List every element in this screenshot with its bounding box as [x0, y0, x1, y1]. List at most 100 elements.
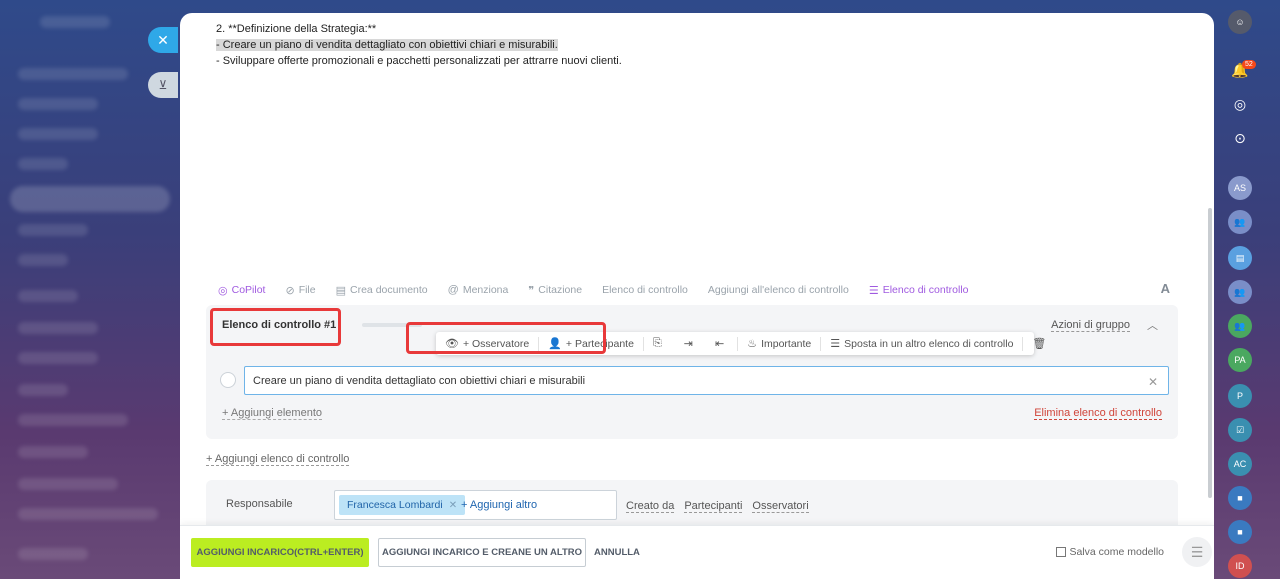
add-task-button[interactable]: AGGIUNGI INCARICO(CTRL+ENTER) — [191, 538, 369, 567]
file-label: File — [298, 284, 316, 296]
nav-blur-item — [40, 16, 110, 28]
mention-label: Menziona — [462, 284, 509, 296]
cancel-button[interactable]: ANNULLA — [594, 547, 640, 558]
minimize-icon: ⊻ — [158, 78, 168, 92]
checklist-label: Elenco di controllo — [602, 284, 688, 296]
checklist-button[interactable]: Elenco di controllo — [602, 284, 688, 296]
nav-blur-item — [18, 478, 118, 490]
checklist-icon: ☰ — [868, 284, 879, 297]
close-icon: ✕ — [157, 31, 169, 48]
outdent-button[interactable]: ⇤ — [706, 337, 737, 351]
description-editor[interactable]: 2. **Definizione della Strategia:** - Cr… — [216, 21, 622, 69]
copilot-button[interactable]: ◎ CoPilot — [218, 284, 265, 297]
quote-button[interactable]: ❞ Citazione — [528, 284, 582, 297]
list-icon: ☰ — [830, 338, 841, 350]
editor-line: - Sviluppare offerte promozionali e pacc… — [216, 55, 622, 67]
user-tag-name: Francesca Lombardi — [347, 499, 443, 511]
user-tag[interactable]: Francesca Lombardi ✕ — [339, 495, 466, 515]
text-format-button[interactable]: A — [1161, 281, 1170, 296]
checkbox-icon — [1056, 547, 1067, 557]
editor-toolbar: ◎ CoPilot ⊘ File ▤ Crea documento @ Menziona… — [218, 281, 1170, 299]
nav-blur-item — [18, 508, 158, 520]
save-template-label: Salva come modello — [1069, 546, 1164, 558]
target-icon[interactable]: ◎ — [1228, 92, 1252, 116]
nav-blur-item — [18, 322, 98, 334]
role-links: Creato da Partecipanti Osservatori — [626, 500, 819, 513]
copilot-icon: ◎ — [218, 284, 228, 297]
search-icon[interactable]: ⊙ — [1228, 126, 1252, 150]
attach-file-button[interactable]: ⎘ — [644, 337, 675, 351]
delete-checklist-link[interactable]: Elimina elenco di controllo — [1034, 407, 1162, 420]
avatar[interactable]: AC — [1228, 452, 1252, 476]
nav-blur-item — [18, 158, 68, 170]
video-icon[interactable]: ■ — [1228, 486, 1252, 510]
delete-item-button[interactable]: 🗑 — [1023, 337, 1059, 351]
participants-link[interactable]: Partecipanti — [684, 500, 743, 513]
add-checklist-label: + Aggiungi elenco di controllo — [206, 453, 350, 466]
indent-button[interactable]: ⇥ — [675, 337, 706, 351]
file-button[interactable]: ⊘ File — [285, 284, 315, 297]
create-document-button[interactable]: ▤ Crea documento — [336, 284, 428, 297]
group-icon[interactable]: 👥 — [1228, 314, 1252, 338]
nav-blur-item — [18, 254, 68, 266]
group-icon[interactable]: 👥 — [1228, 280, 1252, 304]
checklist-active-label: Elenco di controllo — [882, 284, 969, 296]
checklist-item-input[interactable]: Creare un piano di vendita dettagliato c… — [244, 366, 1169, 395]
avatar[interactable]: AS — [1228, 176, 1252, 200]
important-button[interactable]: ♨ Importante — [738, 337, 820, 351]
chevron-up-icon[interactable]: ︿ — [1147, 317, 1158, 333]
highlight-observer-participant — [406, 322, 606, 354]
notification-badge: 52 — [1242, 60, 1256, 69]
observers-link[interactable]: Osservatori — [752, 500, 809, 513]
flame-icon: ♨ — [747, 338, 758, 350]
responsible-section: Responsabile Francesca Lombardi ✕ + Aggi… — [206, 480, 1178, 530]
mention-button[interactable]: @ Menziona — [448, 284, 509, 296]
add-item-label: + Aggiungi elemento — [222, 407, 322, 420]
nav-blur-item — [18, 98, 98, 110]
close-slider-button[interactable]: ✕ — [148, 27, 178, 53]
responsible-label: Responsabile — [226, 498, 293, 510]
document-icon: ▤ — [335, 284, 347, 297]
attach-icon: ⎘ — [652, 337, 662, 349]
quote-label: Citazione — [538, 284, 583, 296]
paperclip-icon: ⊘ — [285, 284, 295, 297]
created-by-link[interactable]: Creato da — [626, 500, 675, 513]
group-icon[interactable]: 👥 — [1228, 210, 1252, 234]
checklist-item-checkbox[interactable] — [220, 372, 236, 388]
menu-icon[interactable]: ☰ — [1182, 537, 1212, 567]
user-avatar[interactable]: ☺ — [1228, 10, 1252, 34]
important-label: Importante — [761, 337, 812, 350]
avatar[interactable]: ID — [1228, 554, 1252, 578]
create-document-label: Crea documento — [350, 284, 428, 296]
form-footer: AGGIUNGI INCARICO(CTRL+ENTER) AGGIUNGI I… — [180, 525, 1214, 579]
add-more-button[interactable]: + Aggiungi altro — [461, 499, 537, 511]
clear-icon[interactable]: ✕ — [1148, 375, 1158, 389]
editor-line-selected: - Creare un piano di vendita dettagliato… — [216, 39, 558, 51]
chat-icon[interactable]: ▤ — [1228, 246, 1252, 270]
task-icon[interactable]: ☑ — [1228, 418, 1252, 442]
nav-blur-item — [18, 414, 128, 426]
nav-blur-item — [18, 548, 88, 560]
avatar[interactable]: PA — [1228, 348, 1252, 372]
remove-user-icon[interactable]: ✕ — [449, 500, 457, 511]
checklist-item-text: Creare un piano di vendita dettagliato c… — [253, 374, 586, 387]
add-checklist-link[interactable]: + Aggiungi elenco di controllo — [206, 453, 350, 466]
minimize-slider-button[interactable]: ⊻ — [148, 72, 178, 98]
nav-blur-item — [18, 352, 98, 364]
move-to-checklist-button[interactable]: ☰ Sposta in un altro elenco di controllo — [821, 337, 1022, 351]
scrollbar[interactable] — [1208, 208, 1212, 498]
responsible-selector[interactable]: Francesca Lombardi ✕ + Aggiungi altro — [334, 490, 617, 520]
video-icon[interactable]: ■ — [1228, 520, 1252, 544]
copilot-label: CoPilot — [231, 284, 266, 296]
add-item-link[interactable]: + Aggiungi elemento — [222, 407, 322, 420]
checklist-block: Elenco di controllo #1 Azioni di gruppo … — [206, 305, 1178, 439]
nav-blur-item-active — [10, 186, 170, 212]
save-template-checkbox[interactable]: Salva come modello — [1056, 546, 1164, 558]
group-actions-link[interactable]: Azioni di gruppo — [1051, 319, 1130, 332]
at-icon: @ — [447, 284, 459, 296]
add-and-create-button[interactable]: AGGIUNGI INCARICO E CREANE UN ALTRO — [378, 538, 586, 567]
add-to-checklist-button[interactable]: Aggiungi all'elenco di controllo — [708, 284, 849, 296]
checklist-active-button[interactable]: ☰ Elenco di controllo — [869, 284, 969, 297]
avatar[interactable]: P — [1228, 384, 1252, 408]
nav-blur-item — [18, 290, 78, 302]
